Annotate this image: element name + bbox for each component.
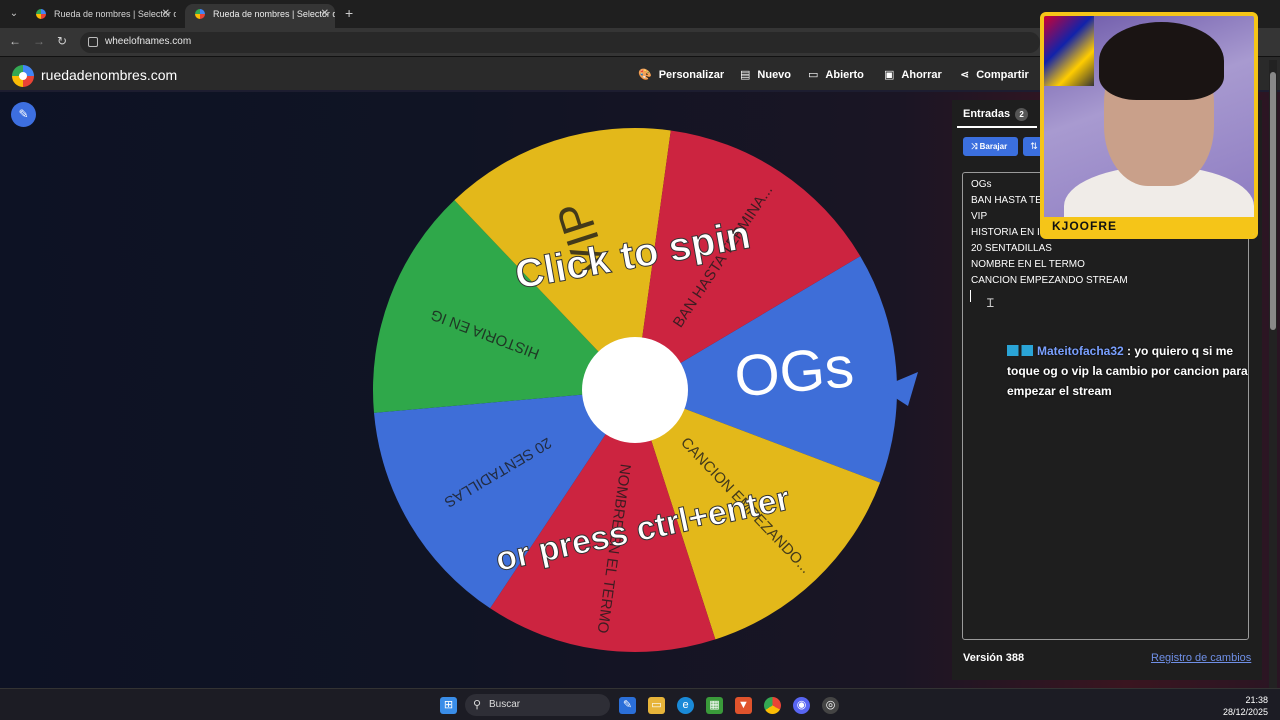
webcam-hair	[1099, 22, 1224, 100]
shuffle-icon: ⤨	[971, 142, 980, 151]
search-icon: ⚲	[473, 699, 482, 711]
favicon-icon	[195, 9, 205, 19]
discord-icon[interactable]: ◉	[793, 697, 810, 714]
page-scrollbar[interactable]	[1269, 60, 1277, 688]
wheel-segment-label: OGs	[732, 334, 856, 409]
favicon-icon	[36, 9, 46, 19]
webcam-overlay: KJOOFRE	[1040, 12, 1258, 239]
palette-icon: 🎨	[638, 69, 652, 81]
app-icon[interactable]: ✎	[619, 697, 636, 714]
entries-textarea[interactable]: OGs BAN HASTA TE VIP HISTORIA EN I 20 SE…	[962, 172, 1249, 640]
webcam-name-tag: KJOOFRE	[1044, 217, 1254, 235]
save-icon: ▣	[884, 69, 895, 81]
text-caret	[970, 290, 971, 302]
system-clock[interactable]: 21:38 28/12/2025	[1223, 694, 1268, 718]
changelog-link[interactable]: Registro de cambios	[1151, 652, 1251, 664]
file-explorer-icon[interactable]: ▭	[648, 697, 665, 714]
spin-wheel[interactable]: OGsCANCION EMPEZANDO...NOMBRE EN EL TERM…	[360, 120, 920, 660]
wheel-center[interactable]	[582, 337, 688, 443]
folder-icon: ▭	[808, 69, 819, 81]
entry-line: CANCION EMPEZANDO STREAM	[971, 275, 1128, 286]
ibeam-cursor-icon: Ɪ	[987, 296, 994, 310]
brand-name[interactable]: ruedadenombres.com	[41, 67, 177, 83]
entry-line: HISTORIA EN I	[971, 227, 1040, 238]
browser-tab-2[interactable]: Rueda de nombres | Selector de ✕	[185, 4, 335, 28]
chat-username: Mateitofacha32	[1037, 344, 1124, 358]
windows-taskbar: ⊞ ⚲ Buscar ✎ ▭ e ▦ ▼ ◉ ◎ 21:38 28/12/2025	[0, 688, 1280, 720]
edge-icon[interactable]: e	[677, 697, 694, 714]
nav-abierto[interactable]: ▭ Abierto	[808, 68, 864, 81]
wall-poster	[1044, 16, 1094, 86]
browser-tab-title: Rueda de nombres | Selector de	[213, 9, 335, 19]
nav-nuevo[interactable]: ▤ Nuevo	[740, 68, 791, 81]
site-info-icon[interactable]	[88, 37, 98, 47]
nav-personalizar[interactable]: 🎨 Personalizar	[638, 68, 724, 81]
taskbar-search[interactable]: ⚲ Buscar	[465, 694, 610, 716]
edit-pencil-button[interactable]: ✎	[11, 102, 36, 127]
nav-ahorrar[interactable]: ▣ Ahorrar	[884, 68, 942, 81]
clock-time: 21:38	[1245, 695, 1268, 705]
entry-line: VIP	[971, 211, 988, 222]
share-icon: ⋖	[960, 69, 970, 81]
close-icon[interactable]: ✕	[162, 4, 170, 24]
entry-line: BAN HASTA TE	[971, 195, 1042, 206]
logo-icon[interactable]	[12, 65, 34, 87]
chat-badges-icon	[1007, 345, 1033, 356]
minecraft-icon[interactable]: ▦	[706, 697, 723, 714]
entry-line: 20 SENTADILLAS	[971, 243, 1052, 254]
tab-underline	[957, 126, 1037, 128]
file-icon: ▤	[740, 69, 751, 81]
brave-icon[interactable]: ▼	[735, 697, 752, 714]
forward-arrow-icon[interactable]: →	[33, 34, 45, 48]
entry-line: OGs	[971, 179, 992, 190]
browser-tab-1[interactable]: Rueda de nombres | Selector de ✕	[26, 4, 176, 28]
url-omnibox[interactable]: wheelofnames.com	[80, 32, 1040, 53]
clock-date: 28/12/2025	[1222, 707, 1268, 717]
entry-line: NOMBRE EN EL TERMO	[971, 259, 1085, 270]
shuffle-button[interactable]: ⤨ Barajar	[963, 137, 1018, 156]
sort-icon: ⇅	[1030, 141, 1038, 151]
tab-entradas[interactable]: Entradas 2	[963, 108, 1029, 121]
tab-search-icon[interactable]: ⌄	[6, 6, 22, 22]
nav-compartir[interactable]: ⋖ Compartir	[960, 68, 1029, 81]
close-icon[interactable]: ✕	[321, 4, 329, 24]
browser-tab-title: Rueda de nombres | Selector de	[54, 9, 176, 19]
version-label: Versión 388	[963, 652, 1025, 664]
scrollbar-thumb[interactable]	[1270, 72, 1276, 330]
windows-start-icon[interactable]: ⊞	[440, 697, 457, 714]
chat-message: Mateitofacha32 : yo quiero q si me toque…	[1007, 341, 1262, 401]
obs-icon[interactable]: ◎	[822, 697, 839, 714]
chrome-icon[interactable]	[764, 697, 781, 714]
url-text: wheelofnames.com	[105, 36, 192, 47]
entries-count-badge: 2	[1015, 108, 1029, 121]
back-arrow-icon[interactable]: ←	[9, 34, 21, 48]
new-tab-button[interactable]: +	[345, 5, 353, 21]
reload-icon[interactable]: ↻	[57, 34, 67, 48]
